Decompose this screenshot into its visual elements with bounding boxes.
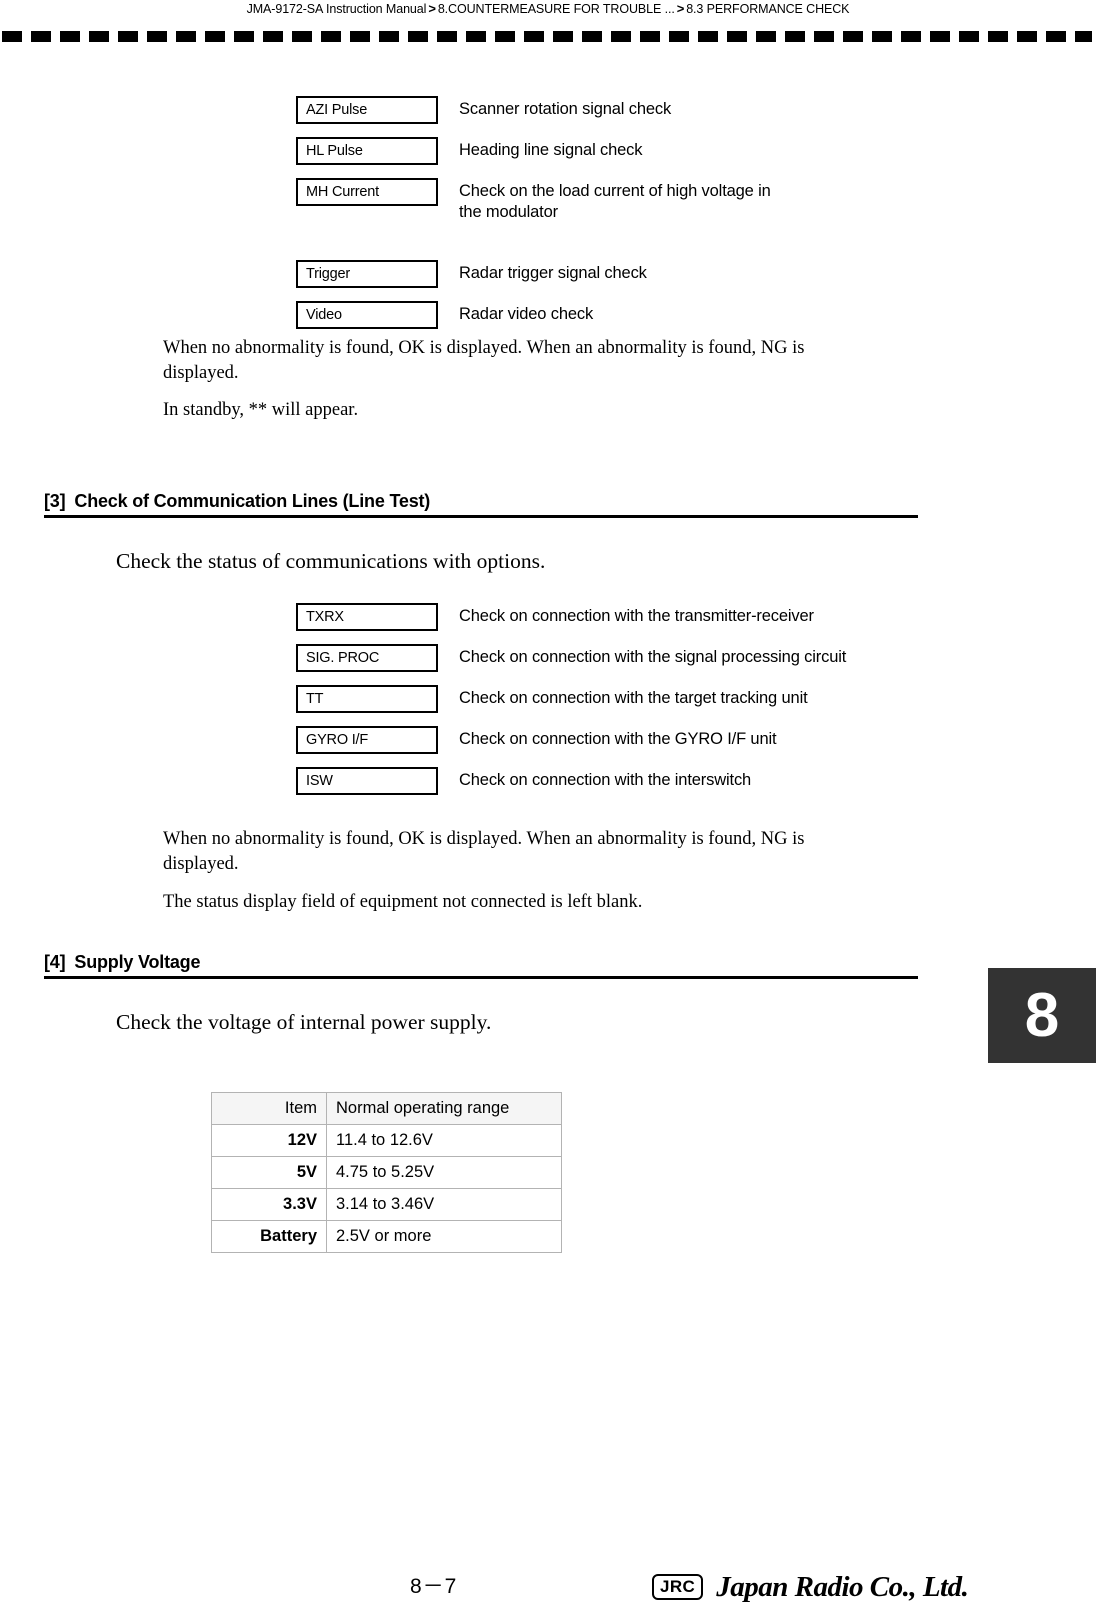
communication-line-list: TXRX Check on connection with the transm… [296,603,846,795]
chapter-tab: 8 [988,968,1096,1063]
section4-intro: Check the voltage of internal power supp… [116,1010,492,1034]
signal-check-note-2: In standby, ** will appear. [163,400,359,420]
list-item: Trigger Radar trigger signal check [296,260,771,288]
cell-range: 2.5V or more [326,1220,562,1253]
code-description: Check on connection with the transmitter… [459,607,814,625]
list-item: TT Check on connection with the target t… [296,685,846,713]
code-description: Heading line signal check [459,141,643,159]
breadcrumb-separator-icon: > [428,1,436,16]
table-row: Battery 2.5V or more [211,1220,562,1253]
section3-intro: Check the status of communications with … [116,549,546,573]
cell-range: 11.4 to 12.6V [326,1124,562,1157]
code-box-tt[interactable]: TT [296,685,438,713]
section-rule [44,515,918,518]
chapter-tab-label: 8 [1024,980,1060,1050]
code-description: Radar trigger signal check [459,264,647,282]
code-description: Check on connection with the interswitch [459,771,752,789]
code-box-gyro-if[interactable]: GYRO I/F [296,726,438,754]
section-heading-3: [3] Check of Communication Lines (Line T… [44,491,918,518]
code-box-txrx[interactable]: TXRX [296,603,438,631]
manual-page: JMA-9172-SA Instruction Manual >8.COUNTER… [0,0,1096,1620]
breadcrumb: JMA-9172-SA Instruction Manual >8.COUNTER… [0,1,1096,16]
footer-logo: JRC Japan Radio Co., Ltd. [652,1571,969,1603]
list-item: AZI Pulse Scanner rotation signal check [296,96,771,124]
section3-note-2: The status display field of equipment no… [163,892,643,912]
code-box-trigger[interactable]: Trigger [296,260,438,288]
table-row: 12V 11.4 to 12.6V [211,1124,562,1157]
cell-item: 5V [211,1156,327,1189]
table-header-row: Item Normal operating range [211,1092,562,1125]
list-item: MH Current Check on the load current of … [296,178,771,223]
cell-item: Battery [211,1220,327,1253]
list-item: GYRO I/F Check on connection with the GY… [296,726,846,754]
cell-item: 3.3V [211,1188,327,1221]
breadcrumb-separator-icon: > [676,1,685,16]
code-description: Radar video check [459,305,594,323]
table-row: 5V 4.75 to 5.25V [211,1156,562,1189]
code-description: Scanner rotation signal check [459,100,672,118]
code-box-hl-pulse[interactable]: HL Pulse [296,137,438,165]
list-item: Video Radar video check [296,301,771,329]
code-box-isw[interactable]: ISW [296,767,438,795]
section-heading-4: [4] Supply Voltage [44,952,918,979]
breadcrumb-item-manual[interactable]: JMA-9172-SA Instruction Manual [247,2,427,16]
cell-range: 4.75 to 5.25V [326,1156,562,1189]
code-box-video[interactable]: Video [296,301,438,329]
cell-item: 12V [211,1124,327,1157]
signal-check-list: AZI Pulse Scanner rotation signal check … [296,96,771,329]
jrc-logo-mark: JRC [652,1574,704,1600]
supply-voltage-table: Item Normal operating range 12V 11.4 to … [211,1092,562,1253]
cell-range: 3.14 to 3.46V [326,1188,562,1221]
column-header-item: Item [211,1092,327,1125]
code-description: Check on connection with the signal proc… [459,648,847,666]
header-dashed-divider [2,31,1092,42]
breadcrumb-item-section[interactable]: 8.3 PERFORMANCE CHECK [686,2,849,16]
list-item: ISW Check on connection with the intersw… [296,767,846,795]
section-rule [44,976,918,979]
table-row: 3.3V 3.14 to 3.46V [211,1188,562,1221]
list-item: TXRX Check on connection with the transm… [296,603,846,631]
list-item: HL Pulse Heading line signal check [296,137,771,165]
signal-check-note-1: When no abnormality is found, OK is disp… [163,338,805,383]
jrc-wordmark: Japan Radio Co., Ltd. [716,1571,969,1603]
code-box-azi-pulse[interactable]: AZI Pulse [296,96,438,124]
section-title: Supply Voltage [74,952,201,972]
column-header-range: Normal operating range [326,1092,562,1125]
section-title: Check of Communication Lines (Line Test) [74,491,431,511]
section-number: [4] [44,952,66,972]
code-description: Check on connection with the GYRO I/F un… [459,730,777,748]
page-number: 8－7 [410,1575,458,1598]
list-item: SIG. PROC Check on connection with the s… [296,644,846,672]
code-description: Check on connection with the target trac… [459,689,808,707]
code-description: Check on the load current of high voltag… [459,182,771,221]
section3-note-1: When no abnormality is found, OK is disp… [163,829,805,874]
code-box-mh-current[interactable]: MH Current [296,178,438,206]
section-number: [3] [44,491,66,511]
code-box-sig-proc[interactable]: SIG. PROC [296,644,438,672]
breadcrumb-item-chapter[interactable]: 8.COUNTERMEASURE FOR TROUBLE ... [438,2,675,16]
